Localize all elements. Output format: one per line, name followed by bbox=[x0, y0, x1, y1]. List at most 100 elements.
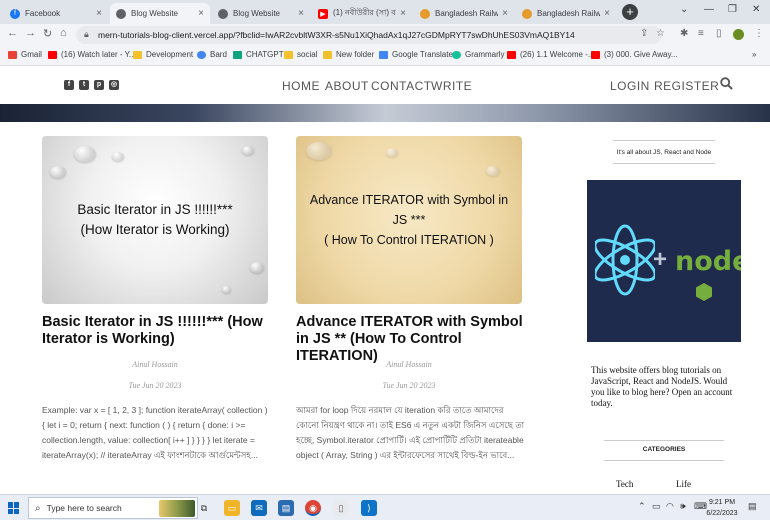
close-icon[interactable]: × bbox=[604, 8, 610, 19]
share-icon[interactable]: ⇪ bbox=[640, 28, 648, 39]
water-drop bbox=[112, 152, 124, 161]
sidebar-banner-image: + node bbox=[587, 180, 741, 342]
taskbar-search-box[interactable]: ⌕ Type here to search bbox=[28, 497, 198, 519]
vscode-icon[interactable]: ⟩ bbox=[361, 500, 377, 516]
lock-icon[interactable]: 🔒︎ bbox=[84, 29, 89, 40]
tab-search-icon[interactable]: ⌄ bbox=[680, 4, 688, 15]
bookmark-star-icon[interactable]: ☆ bbox=[656, 28, 665, 39]
divider bbox=[604, 440, 724, 441]
tab-facebook[interactable]: f Facebook × bbox=[4, 3, 108, 24]
minimize-icon[interactable]: — bbox=[704, 4, 714, 15]
pinterest-icon[interactable]: p bbox=[94, 80, 104, 90]
tab-title: Bangladesh Railway E bbox=[435, 9, 499, 18]
post-date: Tue Jun 20 2023 bbox=[128, 381, 182, 390]
mail-icon[interactable]: ✉ bbox=[251, 500, 267, 516]
tab-railway-1[interactable]: Bangladesh Railway E × bbox=[414, 3, 514, 24]
network-icon[interactable]: ◠ bbox=[666, 501, 674, 512]
close-icon[interactable]: × bbox=[298, 8, 304, 19]
close-icon[interactable]: × bbox=[400, 8, 406, 19]
water-drop bbox=[74, 146, 96, 162]
folder-icon bbox=[323, 50, 332, 59]
react-logo-icon bbox=[595, 224, 655, 296]
address-bar[interactable]: 🔒︎ mern-tutorials-blog-client.vercel.app… bbox=[76, 26, 662, 44]
back-icon[interactable]: ← bbox=[7, 27, 18, 39]
file-explorer-icon[interactable]: ▭ bbox=[224, 500, 240, 516]
bookmark-item[interactable]: (16) Watch later - Y... bbox=[48, 50, 136, 59]
side-panel-icon[interactable]: ▯ bbox=[716, 28, 722, 39]
tab-blog-website-active[interactable]: Blog Website × bbox=[110, 3, 210, 24]
maximize-icon[interactable]: ❐ bbox=[728, 4, 737, 15]
browser-tab-strip: f Facebook × Blog Website × Blog Website… bbox=[0, 0, 770, 24]
category-link-life[interactable]: Life bbox=[676, 479, 691, 489]
close-icon[interactable]: × bbox=[502, 8, 508, 19]
chrome-icon[interactable]: ◉ bbox=[305, 500, 321, 516]
post-title[interactable]: Basic Iterator in JS !!!!!!*** (How Iter… bbox=[42, 314, 274, 348]
home-icon[interactable]: ⌂ bbox=[60, 27, 67, 39]
categories-title: CATEGORIES bbox=[642, 446, 686, 453]
category-link-tech[interactable]: Tech bbox=[616, 479, 633, 489]
tab-youtube[interactable]: ▶ (1) নবীউরীর (সা) বংশন × bbox=[312, 3, 412, 24]
bookmark-folder[interactable]: New folder bbox=[323, 50, 374, 59]
more-menu-icon[interactable]: ⋮ bbox=[754, 28, 764, 39]
avatar[interactable] bbox=[733, 29, 744, 40]
facebook-icon[interactable]: f bbox=[64, 80, 74, 90]
volume-icon[interactable]: 🕪︎ bbox=[680, 501, 686, 512]
search-icon[interactable] bbox=[720, 77, 733, 93]
nav-about[interactable]: ABOUT bbox=[325, 79, 369, 93]
reload-icon[interactable]: ↻ bbox=[43, 27, 52, 40]
post-cover-image[interactable]: Advance ITERATOR with Symbol in JS *** (… bbox=[296, 136, 522, 304]
post-cover-caption: Advance ITERATOR with Symbol in JS *** (… bbox=[296, 190, 522, 250]
bookmark-item[interactable]: Google Translate bbox=[379, 50, 453, 59]
site-header: f t p ◎ HOME ABOUT CONTACT WRITE LOGIN R… bbox=[0, 66, 770, 106]
windows-start-icon[interactable] bbox=[8, 502, 20, 514]
nav-register[interactable]: REGISTER bbox=[654, 79, 719, 93]
tab-railway-2[interactable]: Bangladesh Railway E × bbox=[516, 3, 616, 24]
tray-overflow-icon[interactable]: ⌃ bbox=[638, 501, 646, 512]
post-author: Ainul Hossain bbox=[132, 360, 178, 369]
battery-icon[interactable]: ▭ bbox=[652, 501, 661, 512]
youtube-icon: ▶ bbox=[318, 8, 328, 19]
notification-icon[interactable]: ▤ bbox=[748, 501, 757, 512]
new-tab-button[interactable]: + bbox=[622, 4, 638, 20]
post-title[interactable]: Advance ITERATOR with Symbol in JS ** (H… bbox=[296, 314, 528, 365]
twitter-icon[interactable]: t bbox=[79, 80, 89, 90]
bookmark-item[interactable]: Gmail bbox=[8, 50, 42, 59]
reading-list-icon[interactable]: ≡ bbox=[698, 28, 704, 39]
bookmark-item[interactable]: Bard bbox=[197, 50, 227, 59]
bookmark-item[interactable]: (3) 000. Give Away... bbox=[591, 50, 678, 59]
globe-icon bbox=[116, 8, 126, 19]
water-drop bbox=[242, 146, 254, 155]
task-view-icon[interactable]: ⧉ bbox=[196, 500, 212, 516]
folder-icon bbox=[284, 50, 293, 59]
taskbar-clock[interactable]: 9:21 PM 6/22/2023 bbox=[702, 497, 742, 519]
extensions-icon[interactable]: ✱ bbox=[680, 28, 688, 39]
close-window-icon[interactable]: ✕ bbox=[752, 4, 760, 15]
close-icon[interactable]: × bbox=[96, 8, 102, 19]
bookmark-item[interactable]: (26) 1.1 Welcome -... bbox=[507, 50, 595, 59]
tab-title: (1) নবীউরীর (সা) বংশন bbox=[333, 8, 397, 17]
bookmark-folder[interactable]: social bbox=[284, 50, 317, 59]
railway-icon bbox=[522, 8, 532, 19]
more-bookmarks-button[interactable]: » bbox=[752, 50, 756, 59]
close-icon[interactable]: × bbox=[198, 8, 204, 19]
bookmark-folder[interactable]: Development bbox=[133, 50, 193, 59]
bookmark-item[interactable]: CHATGPT bbox=[233, 50, 284, 59]
grammarly-icon bbox=[452, 50, 461, 59]
post-cover-image[interactable]: Basic Iterator in JS !!!!!!*** (How Iter… bbox=[42, 136, 268, 304]
nodejs-logo: node bbox=[675, 246, 741, 277]
tab-title: Blog Website bbox=[131, 9, 178, 18]
bookmark-item[interactable]: Grammarly bbox=[452, 50, 505, 59]
url-text: mern-tutorials-blog-client.vercel.app/?f… bbox=[98, 30, 575, 40]
store-icon[interactable]: ▤ bbox=[278, 500, 294, 516]
document-icon[interactable]: ▯ bbox=[333, 500, 349, 516]
folder-icon bbox=[133, 50, 142, 59]
divider bbox=[613, 163, 715, 164]
forward-icon[interactable]: → bbox=[25, 27, 36, 39]
tab-blog-website[interactable]: Blog Website × bbox=[212, 3, 310, 24]
nav-contact[interactable]: CONTACT bbox=[371, 79, 432, 93]
water-drop bbox=[386, 148, 398, 157]
nav-login[interactable]: LOGIN bbox=[610, 79, 650, 93]
instagram-icon[interactable]: ◎ bbox=[109, 80, 119, 90]
nav-home[interactable]: HOME bbox=[282, 79, 320, 93]
nav-write[interactable]: WRITE bbox=[431, 79, 472, 93]
